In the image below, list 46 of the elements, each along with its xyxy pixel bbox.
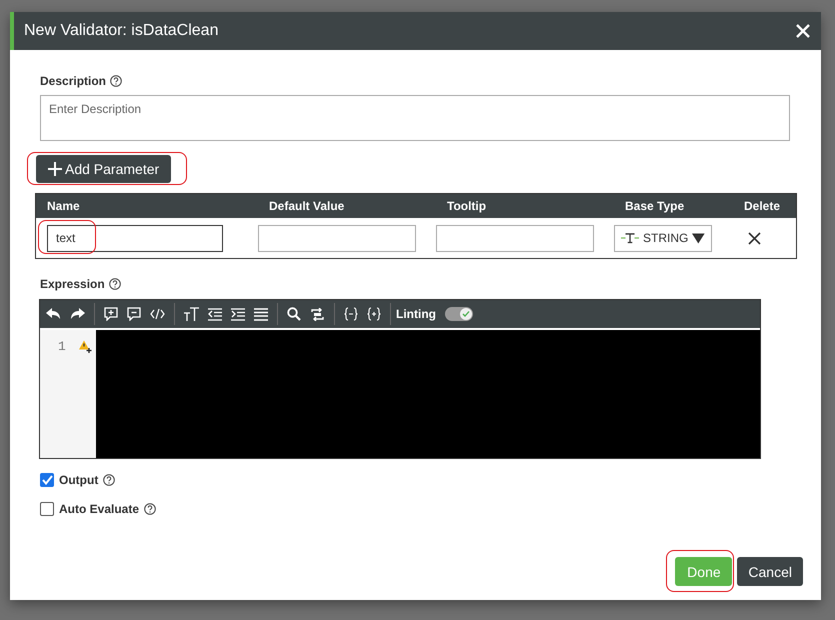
indent-icon[interactable] <box>231 308 245 320</box>
column-header: Name <box>46 199 81 213</box>
help-icon[interactable] <box>108 278 121 290</box>
help-icon[interactable] <box>110 75 122 87</box>
checkbox-label: Output <box>59 473 98 487</box>
add-comment-icon[interactable] <box>104 307 118 321</box>
text-type-icon <box>621 232 640 244</box>
close-icon[interactable] <box>795 23 811 39</box>
check-icon <box>462 310 470 318</box>
caret-icon <box>692 232 705 244</box>
add-parameter-button[interactable]: Add Parameter <box>36 155 172 183</box>
default-value-field[interactable] <box>258 224 416 252</box>
replace-icon[interactable] <box>310 308 325 320</box>
unfold-icon[interactable] <box>367 307 381 321</box>
cancel-button[interactable]: Cancel <box>737 557 803 586</box>
outdent-icon[interactable] <box>208 308 222 320</box>
delete-icon[interactable] <box>748 232 761 244</box>
help-icon[interactable] <box>103 474 116 486</box>
font-size-icon[interactable] <box>184 307 199 321</box>
name-field[interactable]: text <box>47 224 223 252</box>
plus-icon <box>48 162 62 176</box>
tooltip-field[interactable] <box>436 224 594 252</box>
code-icon[interactable] <box>150 308 165 320</box>
remove-comment-icon[interactable] <box>127 307 141 321</box>
justify-icon[interactable] <box>254 308 268 320</box>
checkbox[interactable] <box>40 502 54 516</box>
field-label: Description <box>40 74 106 88</box>
checkbox[interactable] <box>40 473 54 487</box>
column-header: Default Value <box>268 199 346 213</box>
line-number: 1 <box>58 339 66 354</box>
linting-toggle[interactable] <box>444 307 473 321</box>
fold-icon[interactable] <box>344 307 358 321</box>
column-header: Base Type <box>624 199 686 213</box>
column-header: Delete <box>744 199 782 213</box>
checkbox-label: Auto Evaluate <box>59 502 140 516</box>
warning-icon <box>78 340 92 353</box>
linting-label: Linting <box>396 307 436 321</box>
base-type-dropdown[interactable]: STRING <box>614 224 712 252</box>
undo-icon[interactable] <box>46 308 61 320</box>
column-header: Tooltip <box>446 199 488 213</box>
field-label: Expression <box>40 277 105 291</box>
help-icon[interactable] <box>144 503 156 515</box>
search-icon[interactable] <box>287 307 301 321</box>
dialog-title: New Validator: isDataClean <box>24 22 218 40</box>
redo-icon[interactable] <box>70 308 85 320</box>
description-field[interactable]: Enter Description <box>40 95 790 141</box>
